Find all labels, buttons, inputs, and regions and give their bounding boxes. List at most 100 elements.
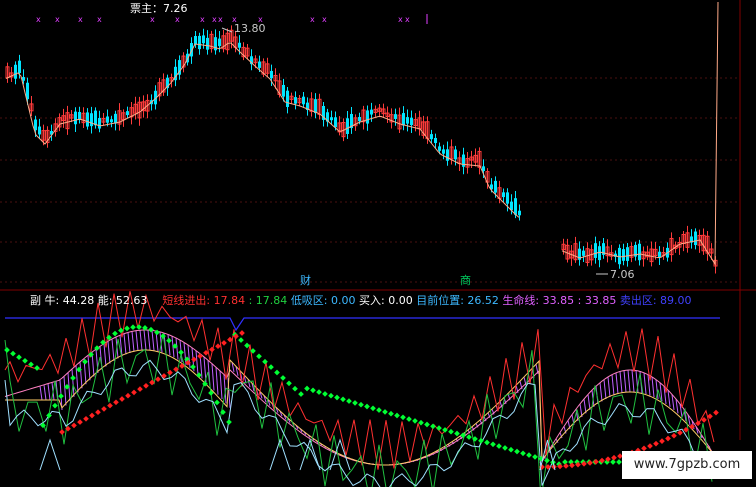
hist-bar: [63, 376, 67, 406]
candle-down: [446, 149, 449, 161]
green-dot: [502, 445, 508, 451]
signal-x-mark: x: [55, 15, 60, 24]
hist-bar: [131, 331, 135, 352]
green-dot: [52, 402, 58, 409]
red-dot: [101, 406, 107, 412]
green-dot: [376, 407, 382, 413]
green-dot: [286, 380, 292, 387]
candle-down: [370, 109, 373, 115]
green-dot: [148, 326, 154, 333]
green-dot: [280, 375, 286, 381]
bottom-spike: [39, 438, 61, 471]
green-dot: [496, 443, 502, 449]
red-dot: [77, 419, 83, 425]
hist-bar: [583, 398, 587, 414]
ind-duanxian: 短线进出: 17.84: [162, 294, 246, 307]
red-dot: [143, 382, 149, 389]
red-dot: [647, 443, 653, 449]
signal-x-mark: x: [78, 15, 83, 24]
green-dot: [262, 358, 268, 365]
green-dot: [454, 430, 460, 437]
candle-down: [430, 134, 433, 140]
red-dot: [659, 438, 665, 444]
hist-bar: [127, 332, 131, 353]
hist-bar: [47, 383, 51, 401]
candle-down: [694, 231, 697, 246]
green-dot: [340, 396, 346, 403]
hist-bar: [611, 374, 615, 396]
green-dot: [256, 353, 262, 360]
hist-bar: [175, 337, 179, 360]
hist-bar: [143, 329, 147, 351]
candle-down: [402, 113, 405, 126]
candle-down: [598, 246, 601, 261]
marker-shang: 商: [460, 274, 471, 287]
lower-curve: [5, 349, 717, 466]
hist-bar: [167, 334, 171, 356]
red-dot: [713, 409, 719, 416]
candle-down: [514, 198, 517, 215]
green-dot: [544, 457, 550, 464]
signal-x-mark: x: [322, 15, 327, 24]
red-dot: [161, 373, 167, 379]
hist-bar: [615, 372, 619, 395]
signal-x-mark: x: [405, 15, 410, 24]
red-dot: [215, 343, 221, 350]
green-dot: [508, 446, 514, 453]
green-dot: [34, 365, 40, 371]
green-dot: [346, 398, 352, 404]
hist-bar: [627, 370, 631, 393]
green-dot: [238, 337, 244, 343]
candle-down: [34, 119, 37, 131]
candle-down: [494, 180, 497, 193]
hist-bar: [651, 376, 655, 398]
red-dot: [209, 346, 215, 353]
candle-down: [86, 112, 89, 127]
candle-down: [78, 111, 81, 121]
red-dot: [563, 463, 569, 469]
candle-down: [406, 117, 409, 124]
green-dot: [328, 392, 334, 399]
candle-down: [126, 111, 129, 116]
hist-bar: [87, 355, 91, 381]
indicator-value-bar: 副 牛: 44.28 能: 52.63 短线进出: 17.84 : 17.84 …: [30, 293, 692, 308]
candle-down: [114, 113, 117, 124]
green-dot: [304, 385, 310, 392]
green-dot: [436, 425, 442, 431]
stock-chart[interactable]: xxxxxxxxxxxxxxx: [0, 0, 756, 487]
candle-down: [454, 149, 457, 160]
red-dot: [131, 389, 137, 396]
candle-down: [334, 117, 337, 128]
candle-down: [502, 192, 505, 198]
hist-bar: [631, 370, 635, 393]
green-dot: [418, 419, 424, 426]
signal-x-mark: x: [97, 15, 102, 24]
red-dot: [59, 429, 65, 435]
green-dot: [292, 385, 298, 392]
hist-bar: [135, 330, 139, 351]
signal-x-mark: x: [398, 15, 403, 24]
signal-markers: xxxxxxxxxxxxxxx: [36, 14, 428, 24]
green-dot: [532, 454, 538, 460]
ma-line: [5, 1, 719, 275]
candle-down: [438, 146, 441, 151]
candle-down: [202, 35, 205, 44]
hist-bar: [195, 350, 199, 375]
hist-bar: [643, 372, 647, 395]
red-dot: [89, 412, 95, 419]
green-dot: [274, 369, 280, 376]
candle-down: [218, 38, 221, 47]
candle-down: [366, 110, 369, 124]
red-dot: [191, 356, 197, 363]
candle-down: [98, 118, 101, 129]
candle-down: [238, 42, 241, 48]
green-dot: [214, 399, 220, 406]
ind-fu: 副: [30, 294, 41, 307]
bottom-spike: [299, 438, 321, 471]
candle-down: [394, 114, 397, 119]
candle-down: [618, 247, 621, 265]
green-dot: [178, 349, 184, 356]
green-dot: [484, 439, 490, 446]
hist-bar: [219, 370, 223, 400]
ma-line-right: [561, 1, 719, 266]
